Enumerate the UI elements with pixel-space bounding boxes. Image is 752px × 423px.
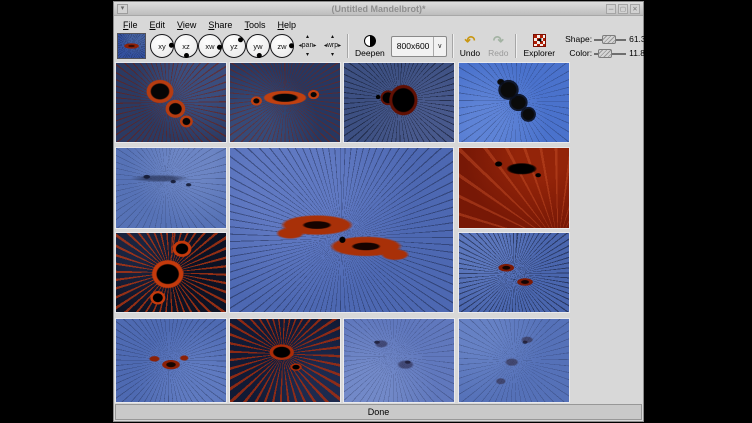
explorer-variant-bottom-3[interactable] [343,318,455,403]
shape-slider-label: Shape: [563,34,592,44]
explorer-variant-top-3[interactable] [343,62,455,143]
explorer-variant-middle-right-1[interactable] [458,147,570,229]
warp-pad[interactable]: ▴ ◂ wrp ▸ ▾ [321,33,344,59]
undo-button[interactable]: ↶ Undo [456,35,484,58]
explorer-sliders: Shape: 61.3 Color: 11.8 [563,33,649,59]
menu-edit[interactable]: Edit [144,18,172,32]
shape-slider-value: 61.3 [629,34,649,44]
rotation-dial-xw[interactable]: xw [198,34,222,58]
desktop-background: ▾ (Untitled Mandelbrot)* ─ ▢ ✕ File Edit… [0,0,752,423]
dial-indicator-icon [184,53,189,58]
pan-pad[interactable]: ▴ ◂ pan ▸ ▾ [296,33,319,59]
color-slider-value: 11.8 [629,48,649,58]
menu-tools[interactable]: Tools [238,18,271,32]
app-window: ▾ (Untitled Mandelbrot)* ─ ▢ ✕ File Edit… [113,1,644,422]
explorer-variant-middle-left-2[interactable] [115,232,227,313]
color-slider-handle[interactable] [598,49,612,58]
explorer-variant-bottom-2[interactable] [229,318,341,403]
toolbar-separator [452,34,453,58]
redo-icon: ↷ [493,35,504,47]
warp-down-arrow-icon[interactable]: ▾ [331,52,334,58]
rotation-dial-yz[interactable]: yz [222,34,246,58]
menu-help[interactable]: Help [271,18,302,32]
toolbar: xy xz xw yz yw [114,33,643,60]
resolution-value: 800x600 [392,41,430,51]
resolution-select[interactable]: 800x600 ∨ [391,36,447,57]
minimize-button[interactable]: ─ [606,4,616,14]
explorer-variant-middle-right-2[interactable] [458,232,570,313]
fractal-preview-image [118,34,145,58]
explorer-toggle-button[interactable]: Explorer [519,34,559,58]
pan-right-arrow-icon[interactable]: ▸ [313,43,316,49]
explorer-variant-top-1[interactable] [115,62,227,143]
explorer-icon [533,34,546,47]
dropdown-arrow-icon[interactable]: ∨ [433,37,446,56]
shape-slider[interactable] [594,34,626,45]
deepen-icon [364,35,376,47]
status-bar: Done [115,404,642,420]
dial-indicator-icon [288,43,293,48]
color-slider-label: Color: [563,48,592,58]
explorer-grid [114,60,643,404]
warp-right-arrow-icon[interactable]: ▸ [338,43,341,49]
toolbar-separator [347,34,348,58]
color-slider[interactable] [594,48,626,59]
rotation-dials: xy xz xw yz yw [150,34,294,58]
pan-up-arrow-icon[interactable]: ▴ [306,34,309,40]
toolbar-separator [515,34,516,58]
menu-share[interactable]: Share [202,18,238,32]
rotation-dial-zw[interactable]: zw [270,34,294,58]
dial-indicator-icon [216,44,221,49]
window-controls: ─ ▢ ✕ [606,4,640,14]
close-button[interactable]: ✕ [630,4,640,14]
maximize-button[interactable]: ▢ [618,4,628,14]
warp-up-arrow-icon[interactable]: ▴ [331,34,334,40]
menu-file[interactable]: File [117,18,144,32]
rotation-dial-yw[interactable]: yw [246,34,270,58]
titlebar[interactable]: ▾ (Untitled Mandelbrot)* ─ ▢ ✕ [114,2,643,16]
shape-slider-handle[interactable] [602,35,616,44]
menubar: File Edit View Share Tools Help [114,16,643,33]
redo-button[interactable]: ↷ Redo [484,35,512,58]
explorer-variant-top-4[interactable] [458,62,570,143]
dial-indicator-icon [168,42,174,48]
deepen-button[interactable]: Deepen [351,35,389,58]
explorer-variant-top-2[interactable] [229,62,341,143]
explorer-main-fractal[interactable] [229,147,454,313]
fractal-preview-thumbnail[interactable] [117,33,146,59]
status-text: Done [368,407,390,417]
rotation-dial-xy[interactable]: xy [150,34,174,58]
pan-down-arrow-icon[interactable]: ▾ [306,52,309,58]
undo-icon: ↶ [464,35,475,47]
explorer-variant-middle-left-1[interactable] [115,147,227,229]
rotation-dial-xz[interactable]: xz [174,34,198,58]
explorer-variant-bottom-1[interactable] [115,318,227,403]
explorer-variant-bottom-4[interactable] [458,318,570,403]
menu-view[interactable]: View [171,18,202,32]
window-title: (Untitled Mandelbrot)* [114,4,643,14]
dial-indicator-icon [256,52,261,57]
window-menu-button[interactable]: ▾ [117,4,128,14]
